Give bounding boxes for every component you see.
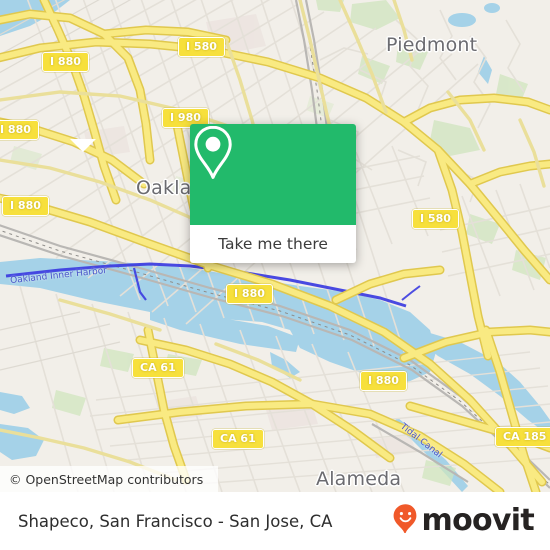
take-me-there-button[interactable]: Take me there [190, 225, 356, 263]
take-me-there-label: Take me there [218, 235, 328, 253]
highway-shield-ca61-north[interactable]: CA 61 [132, 358, 184, 378]
highway-shield-i880-nw[interactable]: I 880 [42, 52, 89, 72]
highway-shield-i580-top[interactable]: I 580 [178, 37, 225, 57]
highway-shield-i880-edge[interactable]: I 880 [0, 120, 39, 140]
highway-shield-i880-south[interactable]: I 880 [360, 371, 407, 391]
popup-header [190, 124, 356, 225]
highway-shield-i880-mid[interactable]: I 880 [226, 284, 273, 304]
moovit-logo[interactable]: moovit [392, 503, 535, 539]
location-popup-card[interactable]: Take me there [190, 124, 356, 263]
map-attribution[interactable]: © OpenStreetMap contributors [0, 466, 218, 492]
screenshot-root: Piedmont Oakland Alameda Oakland Inner H… [0, 0, 550, 550]
map-label-alameda: Alameda [316, 468, 402, 490]
place-title: Shapeco, San Francisco - San Jose, CA [18, 511, 333, 531]
moovit-smiley-pin-icon [392, 503, 419, 539]
map-label-piedmont: Piedmont [386, 34, 478, 56]
map-canvas[interactable]: Piedmont Oakland Alameda Oakland Inner H… [0, 0, 550, 492]
attribution-text: © OpenStreetMap contributors [9, 471, 204, 487]
moovit-wordmark: moovit [421, 503, 535, 538]
highway-shield-ca185[interactable]: CA 185 [495, 427, 550, 447]
highway-shield-ca61-south[interactable]: CA 61 [212, 429, 264, 449]
highway-shield-i880-west[interactable]: I 880 [2, 196, 49, 216]
popup-pointer-tail [70, 139, 96, 152]
footer-bar: Shapeco, San Francisco - San Jose, CA mo… [0, 492, 550, 550]
highway-shield-i580-east[interactable]: I 580 [412, 209, 459, 229]
